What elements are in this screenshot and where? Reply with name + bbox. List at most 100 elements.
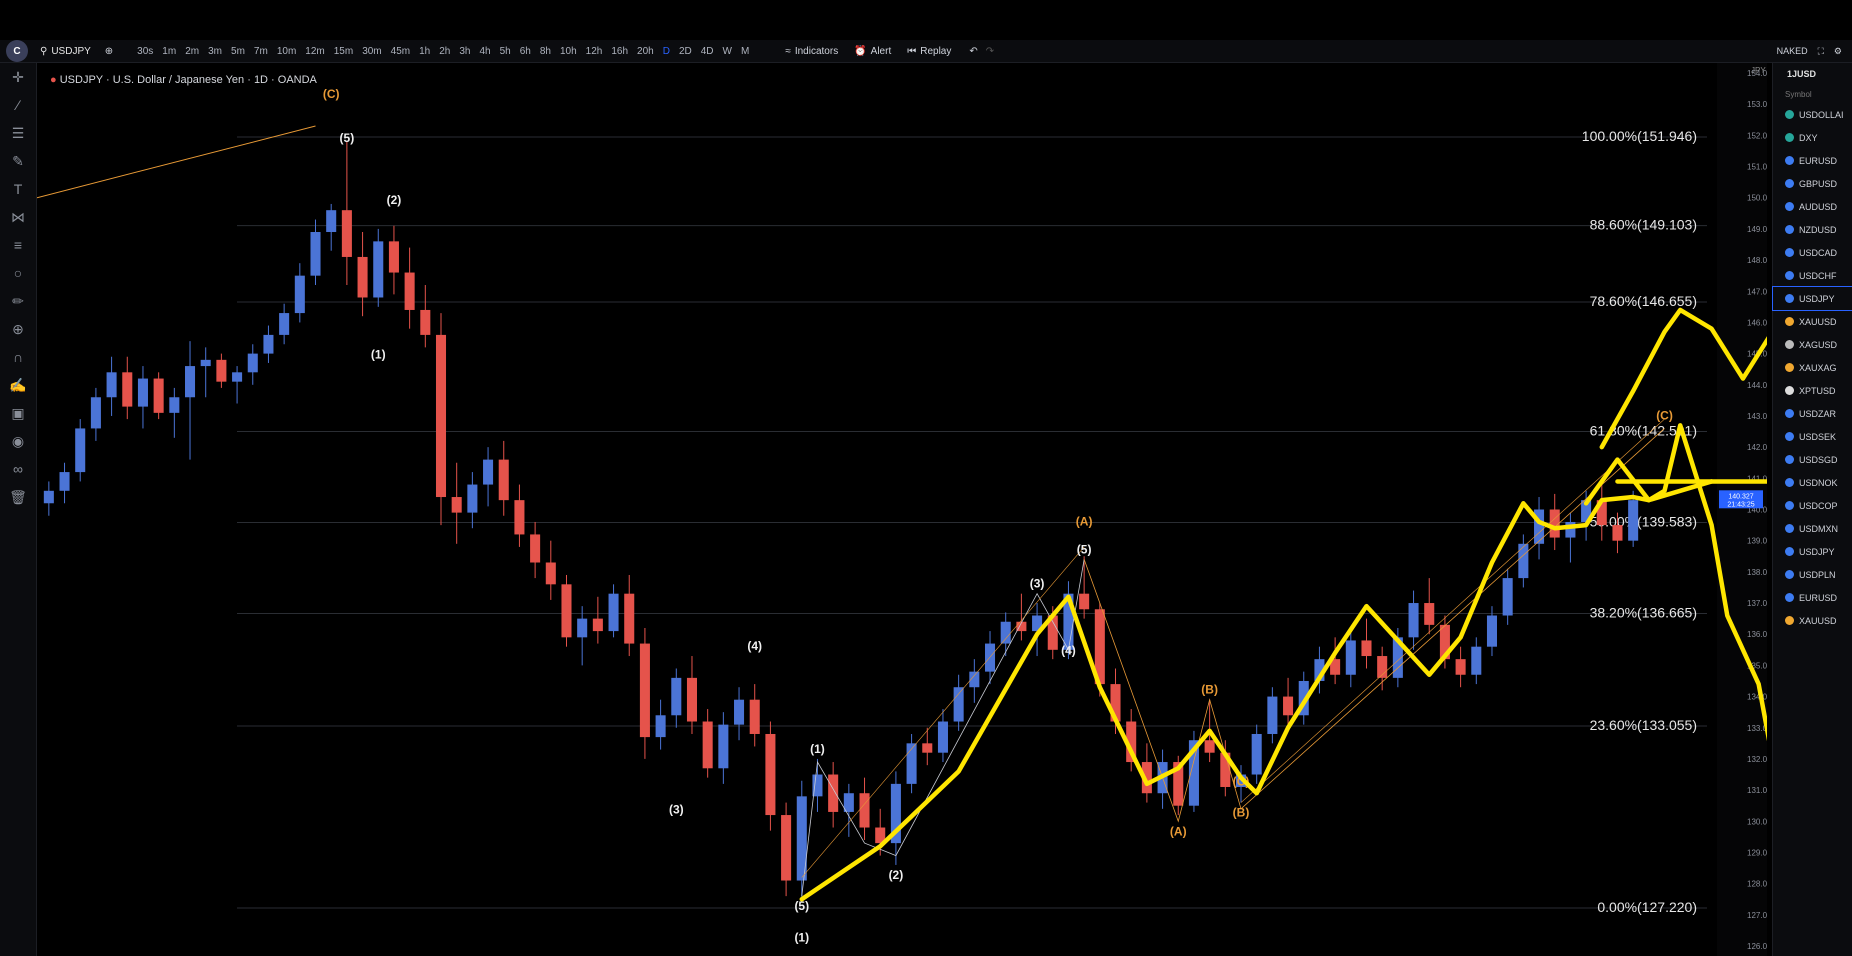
indicators-button[interactable]: ≈ Indicators: [785, 46, 838, 57]
app-logo[interactable]: C: [6, 40, 28, 62]
timeframe-option[interactable]: 1h: [419, 46, 430, 57]
fib-level-label: 23.60%(133.055): [1590, 717, 1697, 733]
symbol-flag-icon: [1785, 340, 1794, 349]
timeframe-option[interactable]: 5m: [231, 46, 245, 57]
watchlist-row[interactable]: NZDUSD: [1773, 218, 1852, 241]
watchlist-row[interactable]: USDSGD: [1773, 448, 1852, 471]
ruler-icon[interactable]: ✏: [0, 287, 36, 315]
shapes-icon[interactable]: ○: [0, 259, 36, 287]
watchlist-symbol: XAUUSD: [1799, 615, 1837, 626]
watchlist-row[interactable]: EURUSD: [1773, 586, 1852, 609]
eye-icon[interactable]: ◉: [0, 427, 36, 455]
compare-add-icon[interactable]: ⊕: [105, 46, 113, 57]
layout-name[interactable]: NAKED: [1777, 46, 1808, 56]
timeframe-option[interactable]: 12h: [586, 46, 603, 57]
candle-body: [404, 272, 415, 310]
brush-icon[interactable]: ✎: [0, 147, 36, 175]
timeframe-selector: 30s 1m 2m 3m 5m 7m 10m 12m 15m 30m 45m 1h 2h 3h 4h 5h 6h…: [137, 46, 749, 57]
horizontal-lines-icon[interactable]: ☰: [0, 119, 36, 147]
timeframe-option[interactable]: M: [741, 46, 749, 57]
wave-label: (1): [371, 347, 386, 361]
timeframe-option[interactable]: D: [663, 46, 670, 57]
trash-icon[interactable]: 🗑: [0, 483, 36, 511]
timeframe-option[interactable]: 8h: [540, 46, 551, 57]
watchlist-row[interactable]: GBPUSD: [1773, 172, 1852, 195]
timeframe-option[interactable]: 6h: [520, 46, 531, 57]
watchlist-row[interactable]: XPTUSD: [1773, 379, 1852, 402]
watchlist-row[interactable]: USDJPY: [1773, 540, 1852, 563]
watchlist-symbol-header[interactable]: Symbol: [1773, 85, 1852, 103]
watchlist-symbol: XAUXAG: [1799, 362, 1837, 373]
watchlist-row[interactable]: USDCOP: [1773, 494, 1852, 517]
pattern-icon[interactable]: ⋈: [0, 203, 36, 231]
timeframe-option[interactable]: 20h: [637, 46, 654, 57]
watchlist-row[interactable]: DXY: [1773, 126, 1852, 149]
watchlist-row[interactable]: USDZAR: [1773, 402, 1852, 425]
watchlist-row[interactable]: USDCHF: [1773, 264, 1852, 287]
timeframe-option[interactable]: 45m: [391, 46, 410, 57]
watchlist-row[interactable]: AUDUSD: [1773, 195, 1852, 218]
watchlist-row[interactable]: XAUXAG: [1773, 356, 1852, 379]
timeframe-option[interactable]: 1m: [162, 46, 176, 57]
timeframe-option[interactable]: 2m: [185, 46, 199, 57]
timeframe-option[interactable]: 7m: [254, 46, 268, 57]
candle-body: [639, 643, 650, 738]
watchlist-row[interactable]: USDOLLAI: [1773, 103, 1852, 126]
timeframe-option[interactable]: 4h: [479, 46, 490, 57]
link-icon[interactable]: ∞: [0, 455, 36, 483]
timeframe-option[interactable]: 10h: [560, 46, 577, 57]
fib-icon[interactable]: ≡: [0, 231, 36, 259]
redo-icon[interactable]: ↷: [986, 46, 994, 57]
lock-icon[interactable]: ▣: [0, 399, 36, 427]
watchlist-row[interactable]: USDJPY: [1772, 286, 1852, 311]
candle-body: [200, 359, 211, 367]
text-icon[interactable]: T: [0, 175, 36, 203]
timeframe-option[interactable]: 10m: [277, 46, 296, 57]
fullscreen-icon[interactable]: ⛶: [1818, 46, 1824, 57]
symbol-search[interactable]: ⚲ USDJPY: [40, 46, 91, 57]
timeframe-option[interactable]: W: [723, 46, 732, 57]
timeframe-option[interactable]: 16h: [611, 46, 628, 57]
timeframe-option[interactable]: 2D: [679, 46, 692, 57]
watchlist-row[interactable]: USDCAD: [1773, 241, 1852, 264]
zoom-icon[interactable]: ⊕: [0, 315, 36, 343]
timeframe-option[interactable]: 12m: [305, 46, 324, 57]
timeframe-option[interactable]: 5h: [500, 46, 511, 57]
timeframe-option[interactable]: 15m: [334, 46, 353, 57]
wave-label: (B): [1201, 683, 1218, 697]
watchlist-symbol: USDNOK: [1799, 477, 1838, 488]
pencil-lock-icon[interactable]: ✍: [0, 371, 36, 399]
timeframe-option[interactable]: 2h: [439, 46, 450, 57]
replay-button[interactable]: ⏮ Replay: [907, 46, 951, 57]
trend-line[interactable]: [37, 125, 316, 199]
magnet-icon[interactable]: ∩: [0, 343, 36, 371]
gear-icon[interactable]: ⚙: [1834, 46, 1842, 57]
undo-icon[interactable]: ↶: [969, 46, 977, 57]
drawn-wave-path[interactable]: [799, 479, 1714, 902]
watchlist-row[interactable]: XAUUSD: [1773, 609, 1852, 632]
price-chart[interactable]: 100.00%(151.946) 88.60%(149.103) 78.60%(14…: [37, 63, 1767, 956]
watchlist-row[interactable]: USDSEK: [1773, 425, 1852, 448]
watchlist-row[interactable]: USDPLN: [1773, 563, 1852, 586]
candle-body: [1000, 621, 1011, 644]
timeframe-option[interactable]: 30m: [362, 46, 381, 57]
channel-line[interactable]: [801, 546, 1085, 878]
watchlist-title[interactable]: 1JUSD: [1773, 63, 1852, 85]
crosshair-icon[interactable]: ✛: [0, 63, 36, 91]
timeframe-option[interactable]: 3m: [208, 46, 222, 57]
trend-line-icon[interactable]: ∕: [0, 91, 36, 119]
watchlist-row[interactable]: USDNOK: [1773, 471, 1852, 494]
candle-body: [279, 313, 290, 335]
replay-label: Replay: [920, 45, 952, 57]
timeframe-option[interactable]: 4D: [701, 46, 714, 57]
watchlist-row[interactable]: USDMXN: [1773, 517, 1852, 540]
candle-body: [530, 534, 541, 563]
watchlist-row[interactable]: XAUUSD: [1773, 310, 1852, 333]
wave-path-orange[interactable]: [1083, 428, 1665, 823]
alert-button[interactable]: ⏰ Alert: [854, 46, 891, 57]
candle-body: [671, 677, 682, 716]
watchlist-row[interactable]: EURUSD: [1773, 149, 1852, 172]
timeframe-option[interactable]: 30s: [137, 46, 153, 57]
watchlist-row[interactable]: XAGUSD: [1773, 333, 1852, 356]
timeframe-option[interactable]: 3h: [459, 46, 470, 57]
